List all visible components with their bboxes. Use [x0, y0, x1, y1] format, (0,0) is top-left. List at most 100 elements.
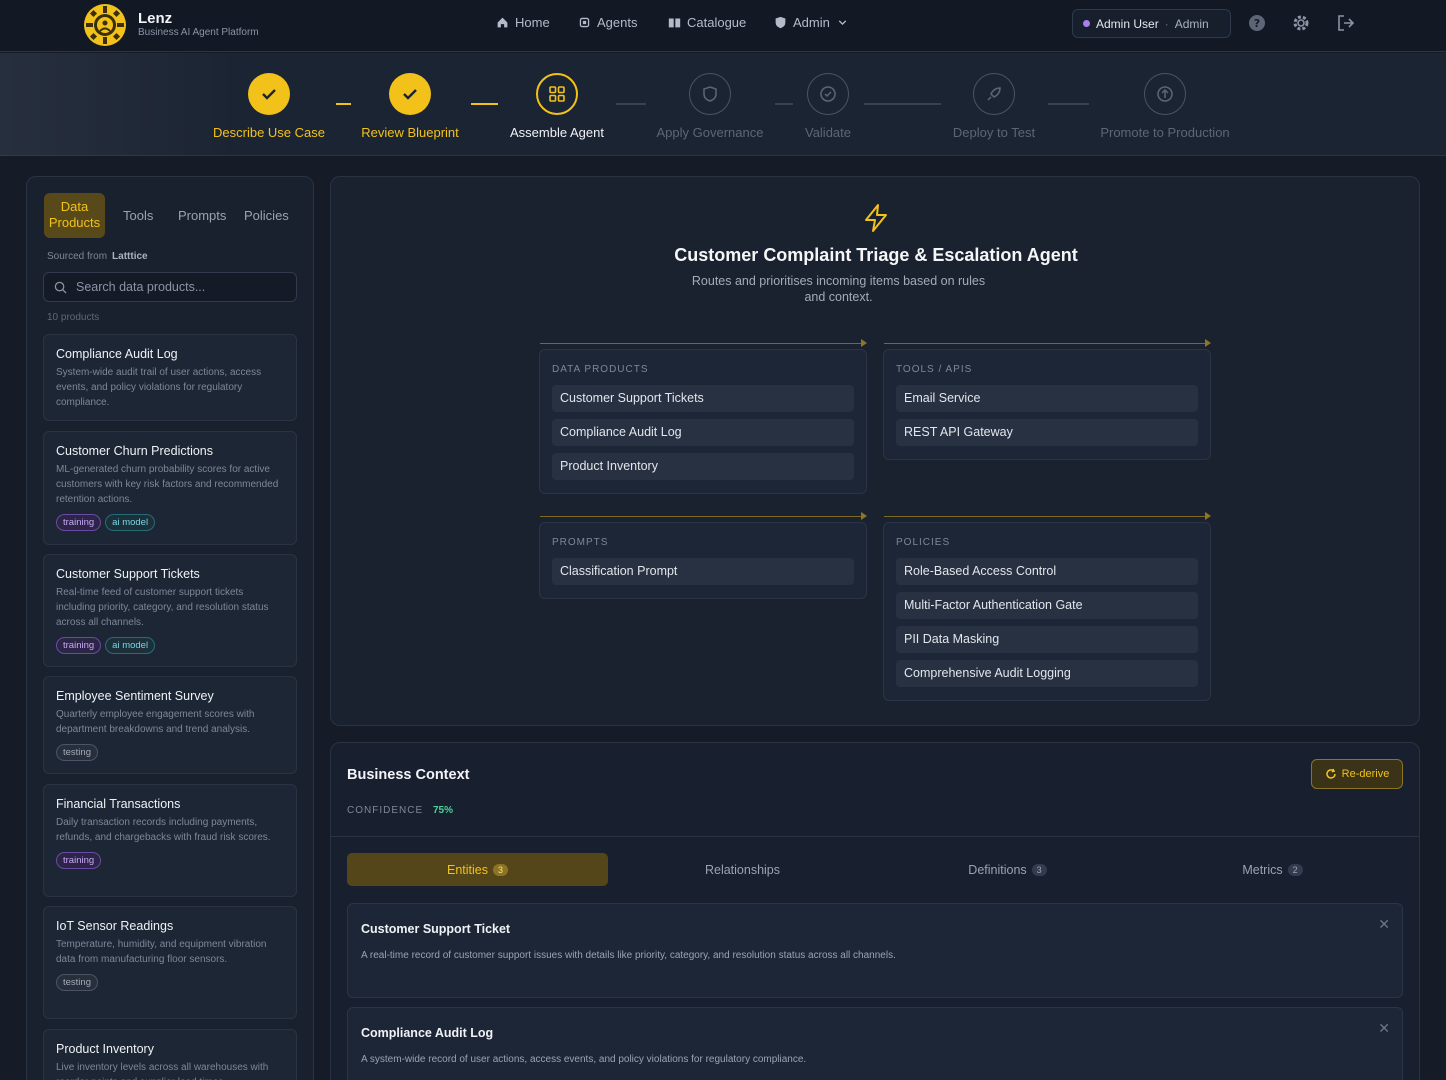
close-icon[interactable]: ✕	[1378, 1020, 1390, 1037]
flow-arrow	[884, 512, 1211, 520]
assembled-item[interactable]: Comprehensive Audit Logging	[896, 660, 1198, 687]
chevron-down-icon	[836, 16, 849, 29]
product-card[interactable]: Financial Transactions Daily transaction…	[43, 784, 297, 897]
assembled-item[interactable]: REST API Gateway	[896, 419, 1198, 446]
nav-agents[interactable]: Agents	[578, 15, 637, 30]
admin-shield-icon	[774, 16, 787, 29]
tab-label: Definitions	[968, 862, 1027, 877]
upload-circle-icon	[1144, 73, 1186, 115]
assembled-item[interactable]: Email Service	[896, 385, 1198, 412]
product-desc: Daily transaction records including paym…	[56, 817, 271, 843]
refresh-icon	[1325, 768, 1337, 780]
product-title: IoT Sensor Readings	[56, 919, 174, 933]
step-describe-use-case[interactable]: Describe Use Case	[189, 73, 349, 140]
tag-ai-model: ai model	[105, 637, 156, 654]
step-assemble-agent[interactable]: Assemble Agent	[477, 73, 637, 140]
step-promote-to-production[interactable]: Promote to Production	[1085, 73, 1245, 140]
group-prompts: PROMPTS Classification Prompt	[539, 522, 867, 599]
product-card[interactable]: Product Inventory Live inventory levels …	[43, 1029, 297, 1080]
product-title: Product Inventory	[56, 1042, 154, 1056]
tag-training: training	[56, 514, 102, 531]
step-label: Assemble Agent	[510, 125, 604, 140]
entity-card[interactable]: Compliance Audit Log A system-wide recor…	[347, 1007, 1403, 1080]
product-desc: Temperature, humidity, and equipment vib…	[56, 939, 267, 965]
entity-description: A system-wide record of user actions, ac…	[361, 1054, 807, 1065]
tab-tools[interactable]: Tools	[123, 208, 153, 223]
context-title: Business Context	[347, 767, 470, 783]
group-label: DATA PRODUCTS	[552, 364, 649, 375]
assembled-item[interactable]: Role-Based Access Control	[896, 558, 1198, 585]
flow-arrow	[540, 512, 867, 520]
product-title: Financial Transactions	[56, 797, 181, 811]
close-icon[interactable]: ✕	[1378, 916, 1390, 933]
assembled-item[interactable]: Customer Support Tickets	[552, 385, 854, 412]
group-label: PROMPTS	[552, 537, 609, 548]
assembled-item[interactable]: Multi-Factor Authentication Gate	[896, 592, 1198, 619]
entity-description: A real-time record of customer support i…	[361, 950, 896, 961]
assembled-item[interactable]: Compliance Audit Log	[552, 419, 854, 446]
help-icon[interactable]: ?	[1248, 14, 1266, 32]
search-placeholder: Search data products...	[76, 280, 206, 294]
step-validate[interactable]: Validate	[748, 73, 908, 140]
group-data-products: DATA PRODUCTS Customer Support Tickets C…	[539, 349, 867, 494]
bolt-icon	[861, 203, 891, 233]
gear-icon[interactable]	[1292, 14, 1310, 32]
product-count: 10 products	[47, 312, 100, 323]
status-dot	[1083, 20, 1090, 27]
tab-relationships[interactable]: Relationships	[612, 853, 873, 886]
tab-prompts[interactable]: Prompts	[178, 208, 226, 223]
assembled-item[interactable]: PII Data Masking	[896, 626, 1198, 653]
assembled-item[interactable]: Product Inventory	[552, 453, 854, 480]
nav-home[interactable]: Home	[496, 15, 550, 30]
step-deploy-to-test[interactable]: Deploy to Test	[914, 73, 1074, 140]
library-panel: Data Products Tools Prompts Policies Sou…	[26, 176, 314, 1080]
sourced-label: Sourced from	[47, 251, 108, 262]
step-label: Validate	[804, 125, 851, 140]
tab-metrics[interactable]: Metrics 2	[1142, 853, 1403, 886]
tab-label: Relationships	[704, 862, 781, 877]
catalogue-book-icon	[668, 16, 681, 29]
count-badge: 3	[492, 863, 508, 876]
product-card[interactable]: Compliance Audit Log System-wide audit t…	[43, 334, 297, 421]
logo-gear-icon[interactable]	[82, 2, 128, 48]
step-review-blueprint[interactable]: Review Blueprint	[330, 73, 490, 140]
product-desc: Quarterly employee engagement scores wit…	[56, 709, 255, 735]
rederive-button[interactable]: Re-derive	[1311, 759, 1403, 789]
tag-training: training	[56, 637, 102, 654]
home-icon	[496, 16, 509, 29]
search-input[interactable]: Search data products...	[43, 272, 297, 302]
product-card[interactable]: Employee Sentiment Survey Quarterly empl…	[43, 676, 297, 774]
tab-entities[interactable]: Entities 3	[347, 853, 608, 886]
group-policies: POLICIES Role-Based Access Control Multi…	[883, 522, 1211, 701]
top-navbar: Lenz Business AI Agent Platform Home Age…	[0, 0, 1446, 52]
flow-arrow	[540, 339, 867, 347]
check-icon	[248, 73, 290, 115]
product-card[interactable]: Customer Churn Predictions ML-generated …	[43, 431, 297, 545]
entity-card[interactable]: Customer Support Ticket A real-time reco…	[347, 903, 1403, 998]
product-desc: System-wide audit trail of user actions,…	[56, 367, 262, 408]
nav-admin[interactable]: Admin	[774, 15, 849, 30]
tab-policies[interactable]: Policies	[244, 208, 289, 223]
product-card[interactable]: Customer Support Tickets Real-time feed …	[43, 554, 297, 667]
rocket-icon	[973, 73, 1015, 115]
shield-icon	[689, 73, 731, 115]
product-desc: Real-time feed of customer support ticke…	[56, 587, 269, 628]
nav-home-label: Home	[515, 15, 550, 30]
product-card[interactable]: IoT Sensor Readings Temperature, humidit…	[43, 906, 297, 1019]
logout-icon[interactable]	[1337, 14, 1355, 32]
tag-training: training	[56, 852, 102, 869]
check-circle-icon	[807, 73, 849, 115]
group-tools: TOOLS / APIS Email Service REST API Gate…	[883, 349, 1211, 460]
tab-definitions[interactable]: Definitions 3	[877, 853, 1138, 886]
assembled-item[interactable]: Classification Prompt	[552, 558, 854, 585]
product-title: Customer Support Tickets	[56, 567, 200, 581]
tab-data-products[interactable]: Data Products	[44, 193, 105, 238]
user-menu[interactable]: Admin User · Admin	[1072, 9, 1231, 38]
nav-catalogue[interactable]: Catalogue	[668, 15, 746, 30]
entity-title: Compliance Audit Log	[361, 1026, 494, 1040]
nav-agents-label: Agents	[597, 15, 638, 30]
tab-label: Entities	[446, 862, 488, 877]
group-label: TOOLS / APIS	[896, 364, 973, 375]
count-badge: 2	[1287, 863, 1303, 876]
brand-subtitle: Business AI Agent Platform	[138, 27, 259, 38]
